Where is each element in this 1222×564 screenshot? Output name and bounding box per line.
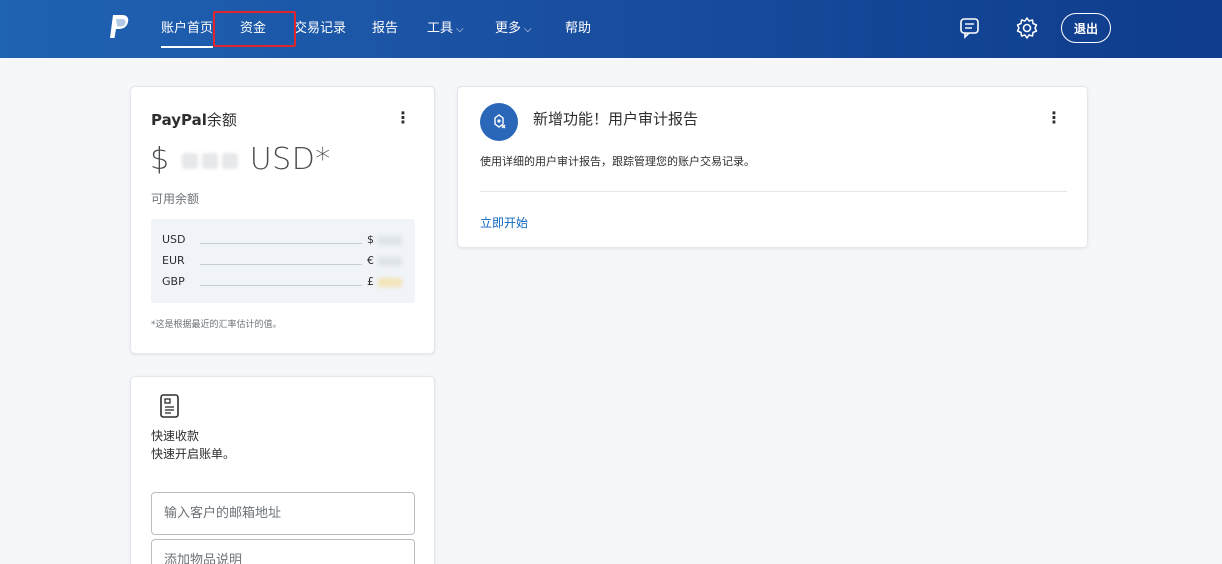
currency-symbol: $	[367, 233, 374, 246]
currency-code: GBP	[162, 275, 185, 288]
currency-code: USD	[162, 233, 186, 246]
nav-more-label: 更多	[495, 21, 522, 36]
balance-currency-symbol: $	[150, 142, 170, 177]
gear-icon[interactable]	[1014, 15, 1040, 41]
feature-icon	[480, 103, 518, 141]
nav-account-home-label: 账户首页	[161, 21, 214, 36]
nav-transactions-label: 交易记录	[294, 21, 347, 36]
feature-description: 使用详细的用户审计报告，跟踪管理您的账户交易记录。	[480, 155, 755, 168]
redacted-amount	[201, 152, 218, 169]
currency-row: EUR €	[162, 254, 408, 270]
currency-code: EUR	[162, 254, 185, 267]
dotted-leader	[200, 264, 362, 265]
redacted-amount	[221, 152, 238, 169]
paypal-logo[interactable]	[107, 14, 131, 40]
logout-button[interactable]: 退出	[1061, 13, 1111, 43]
balance-menu-icon[interactable]: ⋮	[395, 109, 411, 127]
highlight-annotation-box	[213, 11, 296, 47]
currency-symbol: £	[367, 275, 374, 288]
redacted-amount	[378, 236, 402, 245]
nav-transactions[interactable]: 交易记录	[294, 20, 346, 40]
divider	[480, 191, 1067, 192]
nav-help[interactable]: 帮助	[565, 20, 591, 40]
balance-title-suffix: 余额	[206, 111, 237, 129]
invoice-icon	[160, 394, 179, 418]
redacted-amount	[378, 278, 402, 287]
paypal-balance-card: PayPal余额 ⋮ $ USD* 可用余额 USD $ EUR € GBP £…	[130, 86, 435, 354]
message-icon[interactable]	[957, 15, 983, 41]
customer-email-input[interactable]	[151, 492, 415, 535]
quick-invoice-title: 快速收款	[151, 429, 200, 443]
quick-invoice-subtitle: 快速开启账单。	[151, 447, 236, 461]
currency-row: GBP £	[162, 275, 408, 291]
badge-icon	[494, 114, 506, 129]
nav-help-label: 帮助	[565, 21, 592, 36]
currency-symbol: €	[367, 254, 374, 267]
logout-label: 退出	[1073, 21, 1098, 36]
nav-tools[interactable]: 工具 ⌵	[427, 20, 464, 40]
get-started-link[interactable]: 立即开始	[480, 214, 528, 231]
nav-reports[interactable]: 报告	[372, 20, 398, 40]
dotted-leader	[200, 285, 362, 286]
item-description-input[interactable]	[151, 539, 415, 564]
quick-invoice-card: 快速收款 快速开启账单。	[130, 376, 435, 564]
chevron-down-icon: ⌵	[456, 24, 464, 35]
nav-more[interactable]: 更多 ⌵	[495, 20, 532, 40]
top-navigation-bar: 账户首页 资金 交易记录 报告 工具 ⌵ 更多 ⌵ 帮助 退出	[0, 0, 1222, 58]
balance-amount: $ USD*	[150, 142, 331, 177]
dotted-leader	[200, 243, 362, 244]
balance-currency-code: USD*	[249, 142, 331, 177]
new-feature-card: 新增功能！用户审计报告 ⋮ 使用详细的用户审计报告，跟踪管理您的账户交易记录。 …	[457, 86, 1088, 248]
nav-account-home[interactable]: 账户首页	[161, 20, 214, 48]
exchange-rate-footnote: *这是根据最近的汇率估计的值。	[151, 320, 282, 330]
redacted-amount	[378, 257, 402, 266]
nav-reports-label: 报告	[372, 21, 399, 36]
feature-menu-icon[interactable]: ⋮	[1046, 109, 1062, 127]
chevron-down-icon: ⌵	[524, 24, 532, 35]
balance-title: PayPal余额	[151, 109, 237, 130]
nav-tools-label: 工具	[427, 21, 454, 36]
balance-title-brand: PayPal	[151, 111, 207, 129]
currency-breakdown: USD $ EUR € GBP £	[151, 219, 415, 303]
feature-title: 新增功能！用户审计报告	[533, 110, 699, 128]
available-balance-label: 可用余额	[151, 192, 200, 206]
currency-row: USD $	[162, 233, 408, 249]
redacted-amount	[181, 152, 198, 169]
